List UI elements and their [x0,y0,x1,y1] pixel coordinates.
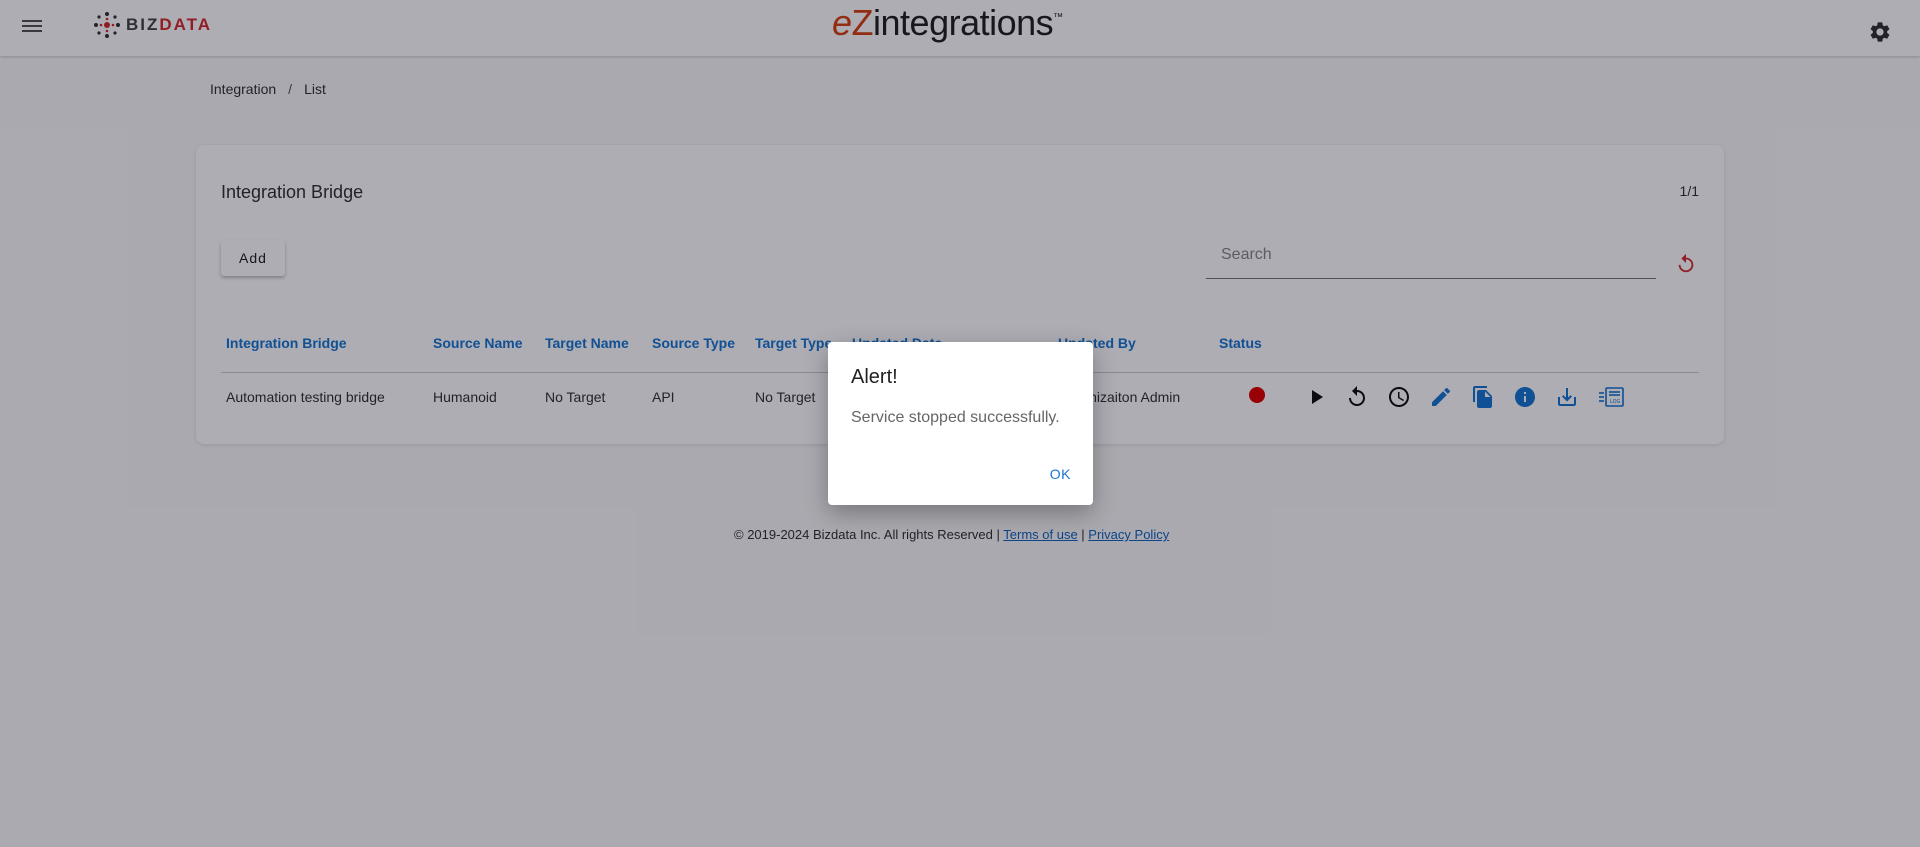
ok-button[interactable]: OK [1050,466,1071,482]
dialog-message: Service stopped successfully. [851,409,1060,426]
dialog-title: Alert! [851,366,898,388]
alert-dialog: Alert! Service stopped successfully. OK [828,342,1093,505]
